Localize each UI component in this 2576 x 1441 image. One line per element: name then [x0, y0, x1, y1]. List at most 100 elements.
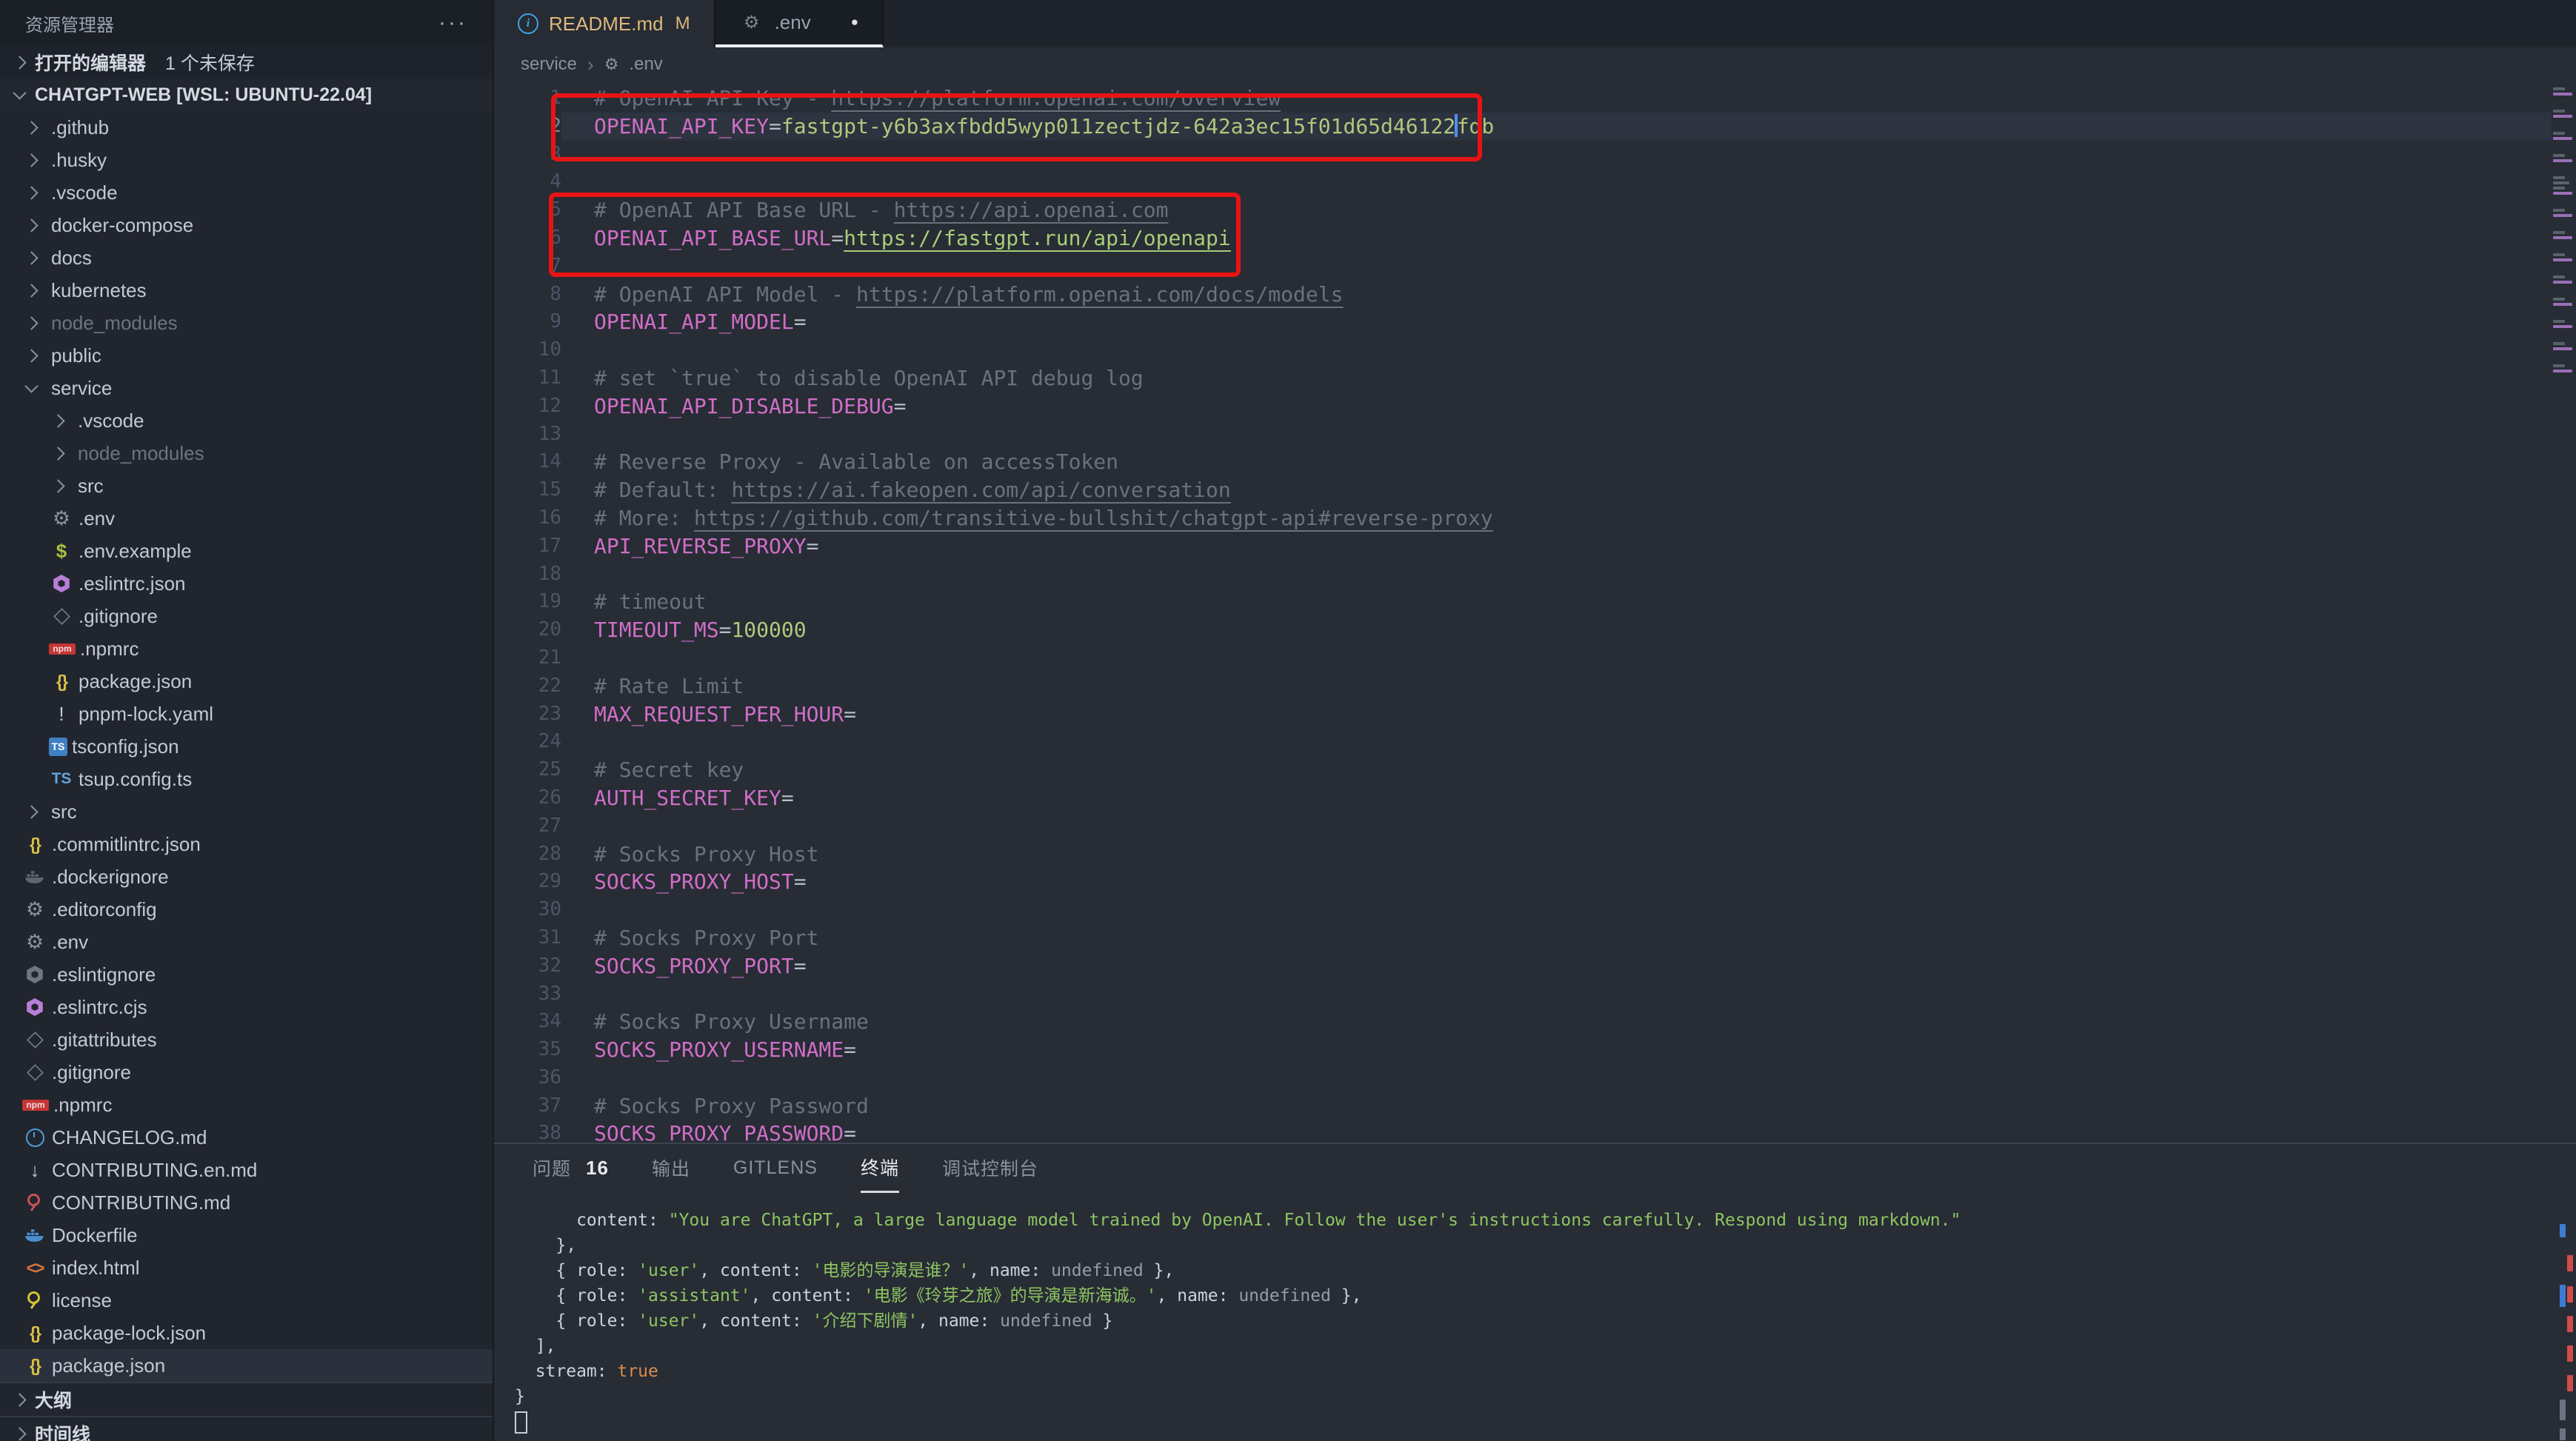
- editor-line-9[interactable]: 9OPENAI_API_MODEL=: [494, 308, 2552, 336]
- tree-item-src[interactable]: src: [0, 795, 493, 828]
- tab-readme[interactable]: i README.md M: [494, 0, 715, 47]
- panel-tab-问题[interactable]: 问题16: [533, 1144, 609, 1191]
- tree-item-package-lock.json[interactable]: {}package-lock.json: [0, 1317, 493, 1349]
- editor-line-37[interactable]: 37# Socks Proxy Password: [494, 1092, 2552, 1120]
- editor-line-35[interactable]: 35SOCKS_PROXY_USERNAME=: [494, 1036, 2552, 1064]
- explorer-header: 资源管理器 ···: [0, 0, 493, 46]
- editor-line-20[interactable]: 20TIMEOUT_MS=100000: [494, 616, 2552, 644]
- tree-item-.dockerignore[interactable]: .dockerignore: [0, 860, 493, 893]
- editor-line-15[interactable]: 15# Default: https://ai.fakeopen.com/api…: [494, 476, 2552, 504]
- tree-item-.vscode[interactable]: .vscode: [0, 404, 493, 437]
- line-content: # set `true` to disable OpenAI API debug…: [561, 364, 2552, 392]
- tree-item-.eslintignore[interactable]: .eslintignore: [0, 958, 493, 991]
- editor-line-36[interactable]: 36: [494, 1064, 2552, 1092]
- tree-item-.gitignore[interactable]: .gitignore: [0, 1056, 493, 1089]
- terminal[interactable]: content: "You are ChatGPT, a large langu…: [494, 1208, 2546, 1434]
- tree-item-docker-compose[interactable]: docker-compose: [0, 209, 493, 241]
- dirty-indicator-dot[interactable]: ●: [851, 15, 858, 30]
- editor-line-22[interactable]: 22# Rate Limit: [494, 672, 2552, 701]
- editor-line-11[interactable]: 11# set `true` to disable OpenAI API deb…: [494, 364, 2552, 392]
- editor-line-6[interactable]: 6OPENAI_API_BASE_URL=https://fastgpt.run…: [494, 224, 2552, 253]
- panel-tab-终端[interactable]: 终端: [861, 1143, 899, 1193]
- editor-line-32[interactable]: 32SOCKS_PROXY_PORT=: [494, 952, 2552, 980]
- breadcrumb-folder[interactable]: service: [521, 54, 577, 75]
- editor-line-38[interactable]: 38SOCKS_PROXY_PASSWORD=: [494, 1120, 2552, 1143]
- tree-item-public[interactable]: public: [0, 339, 493, 372]
- tree-item-CONTRIBUTING.md[interactable]: CONTRIBUTING.md: [0, 1186, 493, 1219]
- tree-item-.gitignore[interactable]: .gitignore: [0, 600, 493, 632]
- terminal-scrollbar[interactable]: [2554, 1144, 2576, 1441]
- editor-line-30[interactable]: 30: [494, 896, 2552, 924]
- panel-tab-调试控制台[interactable]: 调试控制台: [942, 1144, 1038, 1191]
- minimap[interactable]: [2552, 81, 2576, 1143]
- editor-line-4[interactable]: 4: [494, 168, 2552, 196]
- editor-line-29[interactable]: 29SOCKS_PROXY_HOST=: [494, 868, 2552, 896]
- editor-line-27[interactable]: 27: [494, 812, 2552, 840]
- editor-line-33[interactable]: 33: [494, 980, 2552, 1009]
- code-editor[interactable]: 1# OpenAI API Key - https://platform.ope…: [494, 81, 2576, 1143]
- tree-item-.eslintrc.json[interactable]: .eslintrc.json: [0, 567, 493, 600]
- breadcrumb-file[interactable]: .env: [629, 54, 662, 75]
- tree-item-docs[interactable]: docs: [0, 241, 493, 274]
- editor-line-14[interactable]: 14# Reverse Proxy - Available on accessT…: [494, 448, 2552, 476]
- editor-line-31[interactable]: 31# Socks Proxy Port: [494, 924, 2552, 952]
- terminal-line-9: [494, 1409, 2546, 1434]
- tree-item-Dockerfile[interactable]: Dockerfile: [0, 1219, 493, 1251]
- tree-item-.npmrc[interactable]: npm.npmrc: [0, 632, 493, 665]
- tree-item-.vscode[interactable]: .vscode: [0, 176, 493, 209]
- tree-item-.eslintrc.cjs[interactable]: .eslintrc.cjs: [0, 991, 493, 1023]
- editor-line-19[interactable]: 19# timeout: [494, 588, 2552, 616]
- editor-line-28[interactable]: 28# Socks Proxy Host: [494, 840, 2552, 869]
- tree-item-.commitlintrc.json[interactable]: {}.commitlintrc.json: [0, 828, 493, 860]
- editor-line-16[interactable]: 16# More: https://github.com/transitive-…: [494, 504, 2552, 532]
- tree-item-kubernetes[interactable]: kubernetes: [0, 274, 493, 307]
- editor-line-34[interactable]: 34# Socks Proxy Username: [494, 1008, 2552, 1036]
- tree-item-.env.example[interactable]: $.env.example: [0, 535, 493, 567]
- open-editors-section[interactable]: 打开的编辑器 1 个未保存: [0, 46, 493, 78]
- tree-item-.env[interactable]: ⚙.env: [0, 502, 493, 535]
- timeline-section[interactable]: 时间线: [0, 1416, 493, 1441]
- panel-tab-输出[interactable]: 输出: [652, 1144, 690, 1191]
- tree-item-license[interactable]: license: [0, 1284, 493, 1317]
- editor-line-7[interactable]: 7: [494, 253, 2552, 281]
- tree-item-tsup.config.ts[interactable]: TStsup.config.ts: [0, 763, 493, 795]
- editor-line-23[interactable]: 23MAX_REQUEST_PER_HOUR=: [494, 701, 2552, 729]
- tree-item-CHANGELOG.md[interactable]: CHANGELOG.md: [0, 1121, 493, 1154]
- editor-line-17[interactable]: 17API_REVERSE_PROXY=: [494, 532, 2552, 561]
- outline-section[interactable]: 大纲: [0, 1382, 493, 1416]
- editor-line-8[interactable]: 8# OpenAI API Model - https://platform.o…: [494, 281, 2552, 309]
- editor-line-1[interactable]: 1# OpenAI API Key - https://platform.ope…: [494, 84, 2552, 113]
- tree-item-.gitattributes[interactable]: .gitattributes: [0, 1023, 493, 1056]
- tree-item-.env[interactable]: ⚙.env: [0, 926, 493, 958]
- tree-item-CONTRIBUTING.en.md[interactable]: ↓CONTRIBUTING.en.md: [0, 1154, 493, 1186]
- tree-item-tsconfig.json[interactable]: TStsconfig.json: [0, 730, 493, 763]
- editor-line-26[interactable]: 26AUTH_SECRET_KEY=: [494, 784, 2552, 812]
- more-actions-icon[interactable]: ···: [438, 10, 467, 36]
- editor-line-3[interactable]: 3: [494, 141, 2552, 169]
- tree-item-node_modules[interactable]: node_modules: [0, 307, 493, 339]
- panel-tab-GITLENS[interactable]: GITLENS: [733, 1144, 818, 1191]
- tree-item-pnpm-lock.yaml[interactable]: !pnpm-lock.yaml: [0, 698, 493, 730]
- braces-icon: {}: [22, 1353, 47, 1378]
- tree-item-service[interactable]: service: [0, 372, 493, 404]
- tree-item-.npmrc[interactable]: npm.npmrc: [0, 1089, 493, 1121]
- tree-item-src[interactable]: src: [0, 469, 493, 502]
- editor-line-18[interactable]: 18: [494, 561, 2552, 589]
- editor-line-5[interactable]: 5# OpenAI API Base URL - https://api.ope…: [494, 196, 2552, 224]
- editor-line-2[interactable]: 2OPENAI_API_KEY=fastgpt-y6b3axfbdd5wyp01…: [494, 113, 2552, 141]
- tree-item-node_modules[interactable]: node_modules: [0, 437, 493, 469]
- project-root-row[interactable]: CHATGPT-WEB [WSL: UBUNTU-22.04]: [0, 78, 493, 111]
- tree-item-package.json[interactable]: {}package.json: [0, 1349, 493, 1382]
- tree-item-.github[interactable]: .github: [0, 111, 493, 144]
- tree-item-package.json[interactable]: {}package.json: [0, 665, 493, 698]
- tree-item-.editorconfig[interactable]: ⚙.editorconfig: [0, 893, 493, 926]
- editor-line-24[interactable]: 24: [494, 728, 2552, 756]
- tree-item-.husky[interactable]: .husky: [0, 144, 493, 176]
- editor-line-10[interactable]: 10: [494, 336, 2552, 364]
- editor-line-13[interactable]: 13: [494, 421, 2552, 449]
- editor-line-21[interactable]: 21: [494, 644, 2552, 672]
- tab-env[interactable]: ⚙ .env ●: [715, 0, 884, 47]
- editor-line-12[interactable]: 12OPENAI_API_DISABLE_DEBUG=: [494, 392, 2552, 421]
- editor-line-25[interactable]: 25# Secret key: [494, 756, 2552, 784]
- tree-item-index.html[interactable]: <>index.html: [0, 1251, 493, 1284]
